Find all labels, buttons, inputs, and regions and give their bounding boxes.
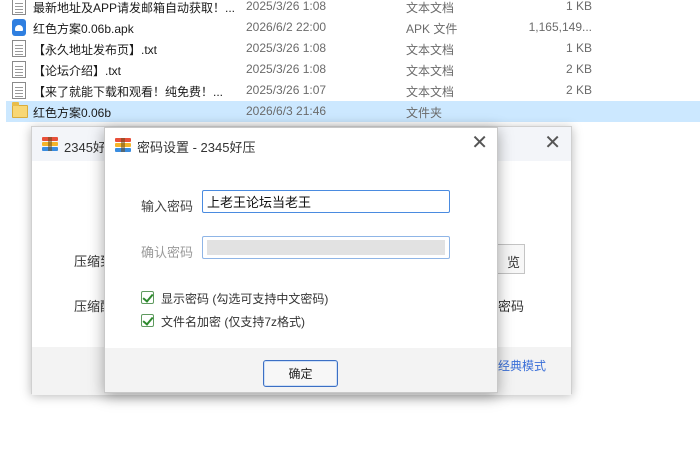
file-name: 红色方案0.06b (33, 106, 112, 120)
text-file-icon (12, 82, 26, 99)
file-type: 文本文档 (406, 1, 455, 15)
show-password-label: 显示密码 (勾选可支持中文密码) (161, 292, 329, 306)
file-size: 1,165,149... (528, 20, 592, 34)
file-date: 2026/6/3 21:46 (246, 104, 327, 118)
file-type: APK 文件 (406, 22, 458, 36)
file-size: 2 KB (565, 62, 592, 76)
close-icon[interactable]: ✕ (544, 133, 561, 153)
file-name: 【来了就能下载和观看！纯免费！... (33, 85, 224, 99)
browse-button-label: 浏览 (507, 255, 520, 270)
file-row[interactable]: 【永久地址发布页】.txt 2025/3/26 1:08 文本文档 1 KB (6, 38, 700, 59)
checkbox-checked-icon[interactable] (141, 314, 154, 327)
app-logo-icon (115, 138, 131, 152)
compress-window-title: 2345好 (64, 140, 106, 155)
password-label-partial[interactable]: 密码 (498, 296, 524, 315)
file-type: 文件夹 (406, 106, 443, 120)
file-date: 2025/3/26 1:08 (246, 62, 327, 76)
classic-mode-link[interactable]: 经典模式 (498, 357, 546, 374)
file-size: 1 KB (565, 0, 592, 13)
apk-file-icon (12, 19, 26, 36)
folder-icon (12, 102, 28, 118)
file-row[interactable]: 【来了就能下载和观看！纯免费！... 2025/3/26 1:07 文本文档 2… (6, 80, 700, 101)
file-size: 2 KB (565, 83, 592, 97)
file-date: 2025/3/26 1:08 (246, 0, 327, 13)
password-dialog: 密码设置 - 2345好压 ✕ 输入密码 确认密码 显示密码 (勾选可支持中文密… (104, 127, 498, 393)
file-row-selected[interactable]: 红色方案0.06b 2026/6/3 21:46 文件夹 (6, 101, 700, 122)
file-date: 2025/3/26 1:08 (246, 41, 327, 55)
file-type: 文本文档 (406, 85, 455, 99)
file-size: 1 KB (565, 41, 592, 55)
file-type: 文本文档 (406, 43, 455, 57)
close-icon[interactable]: ✕ (471, 133, 488, 153)
ok-button[interactable]: 确定 (263, 360, 338, 387)
password-dialog-title: 密码设置 - 2345好压 (137, 140, 256, 155)
confirm-password-label: 确认密码 (141, 245, 194, 260)
file-date: 2026/6/2 22:00 (246, 20, 327, 34)
text-file-icon (12, 61, 26, 78)
file-row[interactable]: 红色方案0.06b.apk 2026/6/2 22:00 APK 文件 1,16… (6, 17, 700, 38)
file-name: 【论坛介绍】.txt (33, 64, 122, 78)
password-dialog-titlebar: 密码设置 - 2345好压 ✕ (105, 128, 497, 160)
checkbox-checked-icon[interactable] (141, 291, 154, 304)
file-name: 最新地址及APP请发邮箱自动获取！... (33, 1, 236, 15)
password-input[interactable] (202, 190, 450, 213)
confirm-password-input[interactable] (202, 236, 450, 259)
text-file-icon (12, 40, 26, 57)
app-logo-icon (42, 137, 58, 151)
file-type: 文本文档 (406, 64, 455, 78)
file-date: 2025/3/26 1:07 (246, 83, 327, 97)
file-row[interactable]: 最新地址及APP请发邮箱自动获取！... 2025/3/26 1:08 文本文档… (6, 0, 700, 17)
file-name: 【永久地址发布页】.txt (33, 43, 158, 57)
file-row[interactable]: 【论坛介绍】.txt 2025/3/26 1:08 文本文档 2 KB (6, 59, 700, 80)
file-name: 红色方案0.06b.apk (33, 22, 134, 36)
text-file-icon (12, 0, 26, 15)
encrypt-filenames-label: 文件名加密 (仅支持7z格式) (161, 315, 306, 329)
password-label: 输入密码 (141, 199, 194, 214)
